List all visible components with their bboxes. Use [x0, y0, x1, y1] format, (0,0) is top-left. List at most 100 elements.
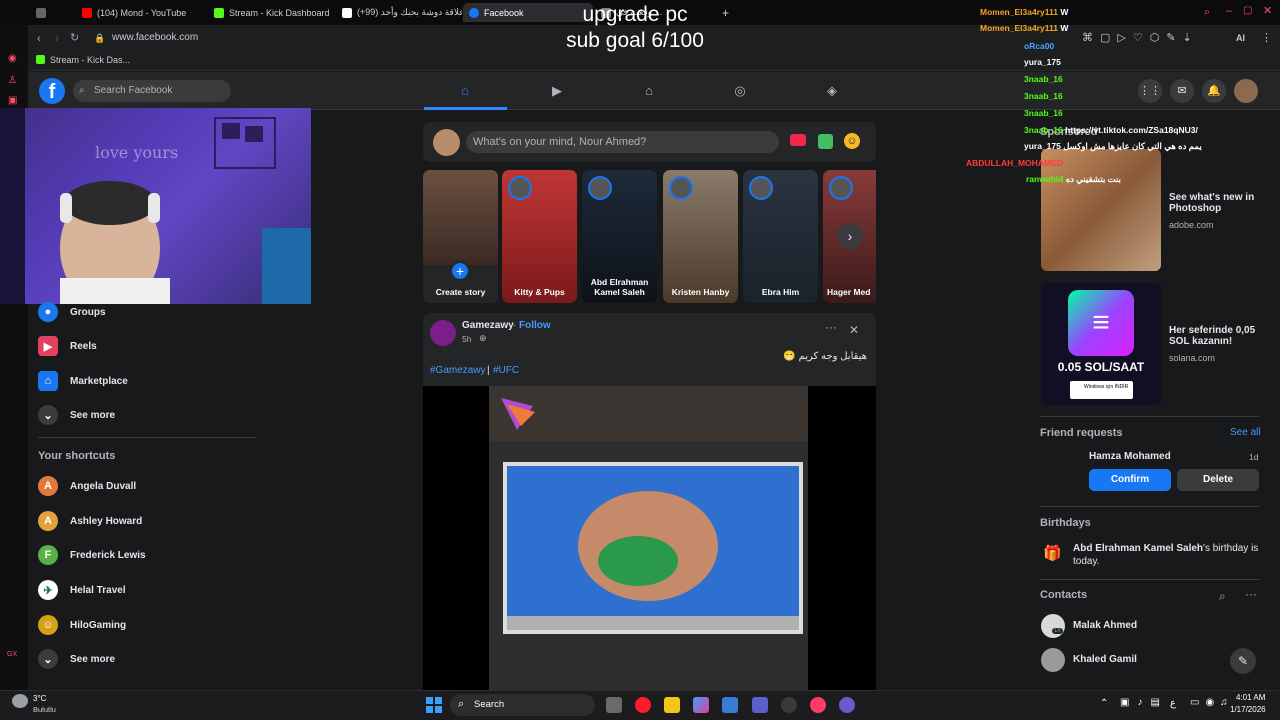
input-language[interactable]: ع — [1170, 698, 1176, 709]
search-input[interactable]: Search Facebook — [73, 80, 231, 102]
shortcut-hilogaming[interactable]: ☺ HiloGaming — [38, 613, 126, 637]
menu-item-reels[interactable]: ▶ Reels — [38, 334, 97, 358]
live-video-icon[interactable] — [790, 134, 806, 146]
post-video[interactable] — [423, 386, 876, 690]
search-tabs-icon[interactable]: ⌕ — [1204, 6, 1210, 19]
sidebar-icon-3[interactable]: ▣ — [8, 95, 17, 106]
messenger-icon[interactable]: ✉ — [1170, 79, 1194, 103]
weather-temp[interactable]: 3°C — [33, 694, 46, 703]
story-kitty-pups[interactable]: Kitty & Pups — [502, 170, 577, 303]
request-name[interactable]: Hamza Mohamed — [1089, 451, 1171, 462]
menu-item-groups[interactable]: ● Groups — [38, 300, 106, 324]
reload-icon[interactable]: ↻ — [70, 31, 79, 44]
profile-avatar[interactable] — [1234, 79, 1258, 103]
url-field[interactable]: www.facebook.com — [112, 32, 198, 43]
birthday-text[interactable]: Abd Elrahman Kamel Saleh's birthday is t… — [1073, 542, 1259, 568]
shortcuts-see-more[interactable]: ⌄ See more — [38, 647, 115, 671]
extension-icons[interactable]: ⌘▢▷♡⬡✎⇣ — [1082, 31, 1199, 44]
story-ebra-him[interactable]: Ebra Him — [743, 170, 818, 303]
marketplace-icon[interactable]: ⌂ — [640, 82, 658, 100]
post-more-button[interactable]: ··· — [825, 320, 837, 334]
notifications-icon[interactable]: 🔔 — [1202, 79, 1226, 103]
stories-next-button[interactable]: › — [837, 223, 863, 249]
photo-icon[interactable] — [818, 134, 833, 149]
bookmark-kick[interactable]: Stream - Kick Das... — [50, 55, 130, 65]
facebook-logo[interactable]: f — [39, 78, 65, 104]
music-icon[interactable] — [810, 697, 826, 713]
hashtag-gamezawy[interactable]: #Gamezawy — [430, 365, 486, 376]
tab-icon-workspaces[interactable] — [30, 3, 60, 22]
see-all-link[interactable]: See all — [1230, 427, 1261, 438]
contact-name[interactable]: Khaled Gamil — [1073, 654, 1137, 665]
maximize-icon[interactable]: ▢ — [1243, 5, 1252, 16]
chat-line: ranwahid بنت بتشقيني ده — [1026, 174, 1121, 185]
avatar[interactable] — [1041, 451, 1081, 491]
minimize-icon[interactable]: – — [1226, 5, 1232, 17]
hashtag-ufc[interactable]: #UFC — [493, 365, 519, 376]
tab-youtube[interactable]: (104) Mond - YouTube — [76, 3, 204, 22]
task-view-icon[interactable] — [606, 697, 622, 713]
clock-time[interactable]: 4:01 AM — [1236, 693, 1265, 702]
feeling-icon[interactable]: ☺ — [844, 133, 860, 149]
avatar[interactable] — [433, 129, 460, 156]
taskbar-search[interactable] — [450, 694, 595, 716]
avatar[interactable] — [1041, 648, 1065, 672]
new-message-button[interactable]: ✎ — [1230, 648, 1256, 674]
shortcut-ashley-howard[interactable]: A Ashley Howard — [38, 509, 142, 533]
forward-icon[interactable]: › — [55, 31, 59, 45]
post-close-button[interactable]: ✕ — [849, 323, 859, 337]
delete-button[interactable]: Delete — [1177, 469, 1259, 491]
composer-input[interactable]: What's on your mind, Nour Ahmed? — [466, 131, 779, 153]
menu-item-marketplace[interactable]: ⌂ Marketplace — [38, 369, 128, 393]
confirm-button[interactable]: Confirm — [1089, 469, 1171, 491]
shortcut-helal-travel[interactable]: ✈ Helal Travel — [38, 578, 126, 602]
groups-icon[interactable]: ◎ — [731, 82, 749, 100]
clock-date[interactable]: 1/17/2026 — [1230, 705, 1266, 714]
menu-grid-icon[interactable]: ⋮⋮ — [1138, 79, 1162, 103]
copilot-icon[interactable] — [693, 697, 709, 713]
network-volume-icons[interactable]: ▭◉♫ — [1190, 697, 1234, 708]
app-icon-2[interactable] — [839, 697, 855, 713]
gaming-icon[interactable]: ◈ — [823, 82, 841, 100]
story-abd-elrahman[interactable]: Abd Elrahman Kamel Saleh — [582, 170, 657, 303]
contacts-search-icon[interactable]: ⌕ — [1219, 589, 1226, 604]
story-create[interactable]: + Create story — [423, 170, 498, 303]
close-window-icon[interactable]: ✕ — [1263, 4, 1272, 17]
tray-icons[interactable]: ▣♪▤ — [1120, 697, 1168, 708]
sidebar-icon-gx[interactable]: GX — [7, 651, 17, 658]
contacts-more-icon[interactable]: ··· — [1245, 587, 1257, 601]
app-icon[interactable] — [781, 697, 797, 713]
kick-icon — [36, 55, 45, 64]
avatar[interactable] — [430, 320, 456, 346]
opera-gx-icon[interactable] — [635, 697, 651, 713]
start-icon[interactable] — [426, 697, 442, 713]
tab-kick[interactable]: Stream - Kick Dashboard — [208, 3, 332, 22]
menu-icon[interactable]: ⋮ — [1261, 31, 1272, 44]
avatar[interactable] — [1041, 614, 1065, 638]
sidebar-icon-2[interactable]: ♙ — [8, 75, 17, 86]
avatar — [588, 176, 612, 200]
tab-tiktok[interactable]: (+99) علاقة دوشة بحبك وأحد... — [336, 3, 462, 22]
youtube-icon — [82, 7, 92, 18]
ad-title[interactable]: Her seferinde 0,05 SOL kazanın! — [1169, 325, 1269, 347]
avatar: ✈ — [38, 580, 58, 600]
post-author[interactable]: Gamezawy — [462, 320, 514, 331]
store-icon[interactable] — [722, 697, 738, 713]
ad-title[interactable]: See what's new in Photoshop — [1169, 192, 1269, 214]
story-kristen-hanby[interactable]: Kristen Hanby — [663, 170, 738, 303]
menu-item-see-more[interactable]: ⌄ See more — [38, 403, 115, 427]
home-icon[interactable]: ⌂ — [456, 82, 474, 100]
video-icon[interactable]: ▶ — [548, 82, 566, 100]
shortcut-angela-duvall[interactable]: A Angela Duvall — [38, 474, 136, 498]
back-icon[interactable]: ‹ — [37, 31, 41, 45]
shortcut-frederick-lewis[interactable]: F Frederick Lewis — [38, 543, 146, 567]
tray-chevron-icon[interactable]: ⌃ — [1100, 698, 1108, 709]
file-explorer-icon[interactable] — [664, 697, 680, 713]
chevron-down-icon: ⌄ — [38, 649, 58, 669]
sidebar-icon-1[interactable]: ◉ — [8, 53, 17, 64]
weather-icon[interactable] — [12, 694, 28, 708]
follow-link[interactable]: Follow — [519, 320, 551, 331]
teams-icon[interactable] — [752, 697, 768, 713]
contact-name[interactable]: Malak Ahmed — [1073, 620, 1137, 631]
ai-icon[interactable]: AI — [1236, 33, 1245, 43]
